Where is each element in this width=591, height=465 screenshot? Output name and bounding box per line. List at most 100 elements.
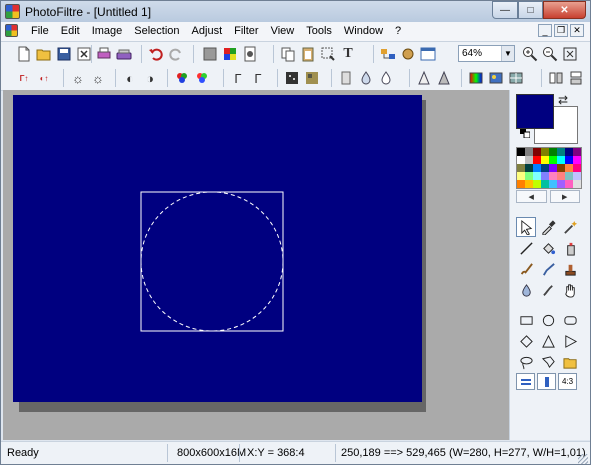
grayscale-icon[interactable] bbox=[201, 45, 219, 63]
chevron-down-icon[interactable]: ▼ bbox=[501, 46, 514, 61]
palette-swatch[interactable] bbox=[525, 172, 533, 180]
menu-edit[interactable]: Edit bbox=[55, 25, 86, 37]
brightness-down-icon[interactable]: ☼ bbox=[69, 69, 87, 87]
palette-swatch[interactable] bbox=[533, 180, 541, 188]
copy-icon[interactable] bbox=[279, 45, 297, 63]
palette-swatch[interactable] bbox=[533, 156, 541, 164]
contrast-down-icon[interactable]: ◐ bbox=[121, 69, 139, 87]
image-effect-icon[interactable] bbox=[487, 69, 505, 87]
gamma-up-icon[interactable]: Γ bbox=[249, 69, 267, 87]
image-explorer-icon[interactable] bbox=[379, 45, 397, 63]
menu-file[interactable]: File bbox=[25, 25, 55, 37]
palette-swatch[interactable] bbox=[517, 164, 525, 172]
close-button[interactable]: ✕ bbox=[543, 1, 586, 19]
foreground-color-swatch[interactable] bbox=[516, 94, 554, 129]
text-tool-icon[interactable]: T bbox=[339, 45, 357, 63]
arrow-shape-icon[interactable] bbox=[560, 331, 580, 351]
palette-swatch[interactable] bbox=[557, 148, 565, 156]
menu-selection[interactable]: Selection bbox=[128, 25, 185, 37]
menu-tools[interactable]: Tools bbox=[300, 25, 338, 37]
browser-window-icon[interactable] bbox=[419, 45, 437, 63]
menu-image[interactable]: Image bbox=[86, 25, 129, 37]
palette-swatch[interactable] bbox=[573, 164, 581, 172]
palette-swatch[interactable] bbox=[549, 172, 557, 180]
title-bar[interactable]: PhotoFiltre - [Untitled 1] — □ ✕ bbox=[1, 1, 590, 22]
palette-swatch[interactable] bbox=[541, 180, 549, 188]
open-folder-icon[interactable] bbox=[35, 45, 53, 63]
paste-icon[interactable] bbox=[299, 45, 317, 63]
palette-swatch[interactable] bbox=[541, 164, 549, 172]
selection-mode-icon[interactable] bbox=[516, 373, 535, 390]
transparency-icon[interactable] bbox=[241, 45, 259, 63]
pattern-icon[interactable] bbox=[507, 69, 525, 87]
palette-swatch[interactable] bbox=[541, 172, 549, 180]
blur-icon[interactable] bbox=[337, 69, 355, 87]
resize-grip[interactable] bbox=[578, 454, 588, 464]
paint-bucket-icon[interactable] bbox=[538, 238, 558, 258]
print-icon[interactable] bbox=[95, 45, 113, 63]
palette-swatch[interactable] bbox=[565, 164, 573, 172]
palette-swatch[interactable] bbox=[565, 172, 573, 180]
palette-swatch[interactable] bbox=[573, 180, 581, 188]
blur-drop-icon[interactable] bbox=[516, 280, 536, 300]
contrast-up-icon[interactable]: ◑ bbox=[141, 69, 159, 87]
lasso-icon[interactable] bbox=[516, 352, 536, 372]
auto-levels-icon[interactable]: Γ↑ bbox=[15, 69, 33, 87]
menu-filter[interactable]: Filter bbox=[228, 25, 264, 37]
sharpen-icon[interactable] bbox=[377, 69, 395, 87]
rectangle-shape-icon[interactable] bbox=[516, 310, 536, 330]
diamond-shape-icon[interactable] bbox=[516, 331, 536, 351]
plugin-icon[interactable] bbox=[399, 45, 417, 63]
triangle-shape-icon[interactable] bbox=[538, 331, 558, 351]
palette-swatch[interactable] bbox=[573, 172, 581, 180]
rounded-rect-shape-icon[interactable] bbox=[560, 310, 580, 330]
doc-restore-button[interactable]: ❐ bbox=[554, 24, 568, 37]
saturation-down-icon[interactable] bbox=[173, 69, 191, 87]
hand-icon[interactable] bbox=[560, 280, 580, 300]
menu-help[interactable]: ? bbox=[389, 25, 407, 37]
brightness-up-icon[interactable]: ☼ bbox=[89, 69, 107, 87]
minimize-button[interactable]: — bbox=[492, 1, 518, 19]
palette-swatch[interactable] bbox=[573, 156, 581, 164]
palette-swatch[interactable] bbox=[525, 156, 533, 164]
zoom-in-icon[interactable] bbox=[521, 45, 539, 63]
zoom-out-icon[interactable] bbox=[541, 45, 559, 63]
palette-swatch[interactable] bbox=[557, 180, 565, 188]
redo-icon[interactable] bbox=[167, 45, 185, 63]
palette-swatch[interactable] bbox=[549, 180, 557, 188]
smudge-icon[interactable] bbox=[538, 280, 558, 300]
palette-next-button[interactable]: ▶ bbox=[549, 190, 580, 203]
doc-minimize-button[interactable]: _ bbox=[538, 24, 552, 37]
texture-filter-icon[interactable] bbox=[303, 69, 321, 87]
pyramid-filter-icon[interactable] bbox=[435, 69, 453, 87]
line-tool-icon[interactable] bbox=[516, 238, 536, 258]
brush-icon[interactable] bbox=[516, 259, 536, 279]
palette-swatch[interactable] bbox=[517, 148, 525, 156]
palette-swatch[interactable] bbox=[517, 180, 525, 188]
palette-swatch[interactable] bbox=[541, 156, 549, 164]
new-file-icon[interactable] bbox=[15, 45, 33, 63]
saturation-up-icon[interactable] bbox=[193, 69, 211, 87]
document-icon[interactable] bbox=[5, 24, 18, 37]
triangle-filter-icon[interactable] bbox=[415, 69, 433, 87]
palette-swatch[interactable] bbox=[557, 164, 565, 172]
palette-swatch[interactable] bbox=[533, 164, 541, 172]
palette-swatch[interactable] bbox=[565, 148, 573, 156]
palette-swatch[interactable] bbox=[565, 156, 573, 164]
polygon-lasso-icon[interactable] bbox=[538, 352, 558, 372]
stamp-icon[interactable] bbox=[560, 259, 580, 279]
selection-column-icon[interactable] bbox=[537, 373, 556, 390]
palette-swatch[interactable] bbox=[549, 148, 557, 156]
menu-view[interactable]: View bbox=[265, 25, 301, 37]
magic-wand-icon[interactable] bbox=[560, 217, 580, 237]
save-icon[interactable] bbox=[55, 45, 73, 63]
palette-swatch[interactable] bbox=[549, 164, 557, 172]
palette-swatch[interactable] bbox=[533, 148, 541, 156]
palette-swatch[interactable] bbox=[525, 148, 533, 156]
palette-swatch[interactable] bbox=[565, 180, 573, 188]
menu-adjust[interactable]: Adjust bbox=[186, 25, 229, 37]
palette-swatch[interactable] bbox=[525, 164, 533, 172]
palette-swatch[interactable] bbox=[533, 172, 541, 180]
spray-can-icon[interactable] bbox=[560, 238, 580, 258]
eyedropper-icon[interactable] bbox=[538, 217, 558, 237]
